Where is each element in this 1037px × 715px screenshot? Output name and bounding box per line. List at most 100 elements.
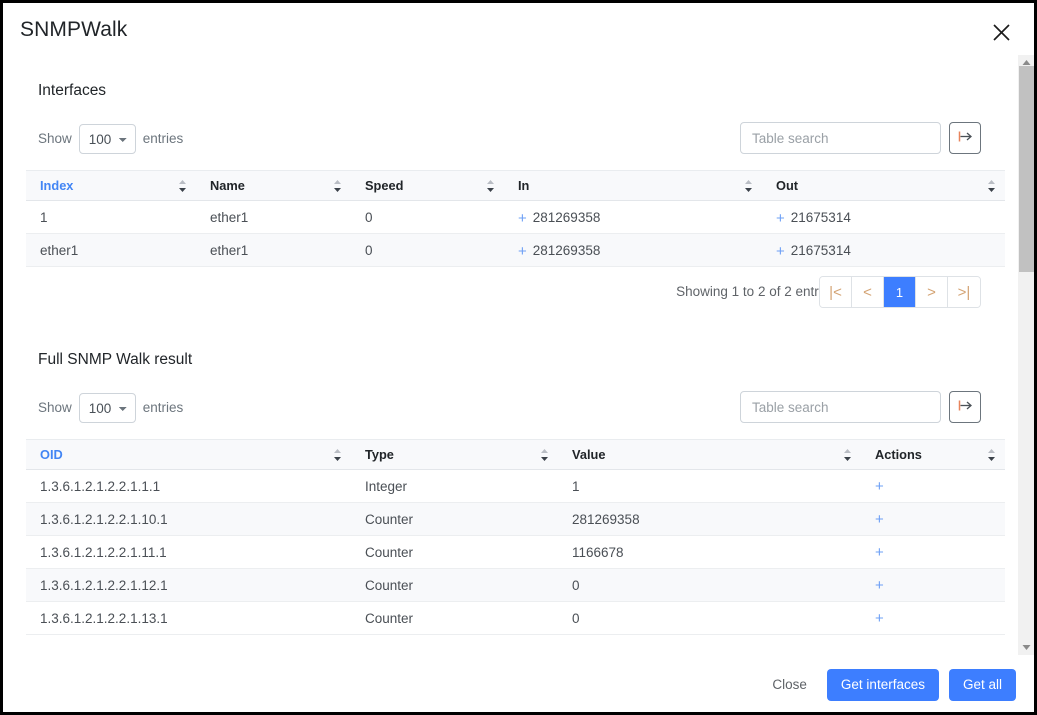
cell-oid: 1.3.6.1.2.1.2.2.1.13.1 [26, 601, 351, 635]
arrow-to-right-icon [957, 129, 974, 147]
column-label: OID [40, 447, 63, 462]
full-walk-table-head: OID Type Value Actions [26, 439, 1005, 470]
column-header-actions[interactable]: Actions [861, 439, 1005, 470]
pagination-next-button[interactable]: > [916, 277, 948, 307]
interfaces-search-input[interactable] [740, 122, 941, 154]
full-walk-page-length-select[interactable]: 100 [78, 393, 136, 423]
close-button[interactable]: Close [762, 669, 817, 701]
pagination-last-button[interactable]: >| [948, 277, 980, 307]
plus-icon[interactable]: + [776, 244, 785, 259]
column-header-out[interactable]: Out [762, 170, 1005, 201]
table-row: 1.3.6.1.2.1.2.2.1.13.1 Counter 0 + [26, 601, 1005, 635]
interfaces-title: Interfaces [38, 82, 107, 99]
plus-icon[interactable]: + [875, 577, 884, 594]
cell-in: +281269358 [504, 200, 762, 234]
sort-icon [333, 448, 342, 462]
table-row: 1.3.6.1.2.1.2.2.1.10.1 Counter 281269358… [26, 502, 1005, 536]
entries-label: entries [142, 131, 184, 146]
interfaces-pagination: |< < 1 > >| [819, 276, 981, 308]
cell-type: Counter [351, 502, 558, 536]
cell-value: 1166678 [558, 535, 861, 569]
full-walk-table: OID Type Value Actions 1.3.6.1.2.1.2.2.1… [26, 439, 1005, 635]
column-header-value[interactable]: Value [558, 439, 861, 470]
column-header-name[interactable]: Name [196, 170, 351, 201]
get-all-button[interactable]: Get all [948, 668, 1016, 701]
plus-icon[interactable]: + [518, 211, 527, 226]
get-interfaces-button[interactable]: Get interfaces [826, 668, 939, 701]
full-walk-search-input[interactable] [740, 391, 941, 423]
cell-out-value: 21675314 [790, 242, 851, 258]
cell-type: Counter [351, 601, 558, 635]
plus-icon[interactable]: + [518, 244, 527, 259]
interfaces-table-controls: Show 100 entries [24, 116, 996, 170]
arrow-to-right-icon [957, 398, 974, 416]
plus-icon[interactable]: + [875, 511, 884, 528]
table-row: 1.3.6.1.2.1.2.2.1.11.1 Counter 1166678 + [26, 535, 1005, 569]
dialog-scrollbar[interactable] [1017, 55, 1034, 655]
table-row: 1.3.6.1.2.1.2.2.1.12.1 Counter 0 + [26, 568, 1005, 602]
column-header-in[interactable]: In [504, 170, 762, 201]
cell-out: +21675314 [762, 233, 1005, 267]
cell-speed: 0 [351, 233, 504, 267]
cell-out-value: 21675314 [790, 209, 851, 225]
interfaces-entries-info: Showing 1 to 2 of 2 entries [676, 284, 836, 299]
scrollbar-thumb[interactable] [1019, 66, 1034, 272]
full-walk-search-group [740, 391, 981, 423]
column-header-index[interactable]: Index [26, 170, 196, 201]
cell-name: ether1 [196, 200, 351, 234]
interfaces-length-control: Show 100 entries [38, 124, 183, 154]
plus-icon[interactable]: + [875, 478, 884, 495]
interfaces-section: Interfaces Show 100 entries Table search… [3, 56, 1017, 325]
full-walk-table-controls: Show 100 entries [24, 385, 996, 439]
pagination-first-button[interactable]: |< [820, 277, 852, 307]
cell-in-value: 281269358 [532, 242, 601, 258]
pagination-page-1-button[interactable]: 1 [884, 277, 916, 307]
interfaces-table-head: Index Name Speed In Out [26, 170, 1005, 201]
plus-icon[interactable]: + [875, 544, 884, 561]
sort-icon [987, 448, 996, 462]
show-label: Show [38, 400, 72, 415]
cell-speed: 0 [351, 200, 504, 234]
interfaces-header-row: Index Name Speed In Out [26, 170, 1005, 201]
full-walk-section: Full SNMP Walk result Show 100 entries T… [3, 325, 1017, 635]
dialog-header: SNMPWalk [3, 3, 1034, 56]
full-walk-length-control: Show 100 entries [38, 393, 183, 423]
interfaces-page-length-select[interactable]: 100 [78, 124, 136, 154]
cell-oid: 1.3.6.1.2.1.2.2.1.11.1 [26, 535, 351, 569]
cell-type: Integer [351, 469, 558, 503]
dialog-footer: Close Get interfaces Get all [3, 656, 1034, 712]
interfaces-search-group [740, 122, 981, 154]
cell-actions: + [861, 469, 1005, 503]
plus-icon[interactable]: + [776, 211, 785, 226]
column-header-oid[interactable]: OID [26, 439, 351, 470]
cell-index: 1 [26, 200, 196, 234]
dialog-body: Interfaces Show 100 entries Table search… [3, 56, 1034, 655]
cell-actions: + [861, 601, 1005, 635]
close-icon[interactable] [986, 17, 1016, 47]
snmpwalk-dialog: SNMPWalk Interfaces Show 100 entries Tab… [3, 3, 1034, 712]
column-header-type[interactable]: Type [351, 439, 558, 470]
cell-value: 1 [558, 469, 861, 503]
sort-icon [987, 179, 996, 193]
cell-oid: 1.3.6.1.2.1.2.2.1.12.1 [26, 568, 351, 602]
scroll-down-arrow-icon[interactable] [1018, 640, 1034, 655]
column-label: Speed [365, 178, 404, 193]
full-walk-search-submit-button[interactable] [949, 391, 981, 423]
cell-in: +281269358 [504, 233, 762, 267]
full-walk-table-body: 1.3.6.1.2.1.2.2.1.1.1 Integer 1 + 1.3.6.… [26, 469, 1005, 635]
cell-oid: 1.3.6.1.2.1.2.2.1.1.1 [26, 469, 351, 503]
column-label: Actions [875, 447, 922, 462]
cell-value: 0 [558, 601, 861, 635]
cell-actions: + [861, 568, 1005, 602]
interfaces-search-submit-button[interactable] [949, 122, 981, 154]
pagination-previous-button[interactable]: < [852, 277, 884, 307]
cell-name: ether1 [196, 233, 351, 267]
column-label: Index [40, 178, 74, 193]
cell-value: 281269358 [558, 502, 861, 536]
plus-icon[interactable]: + [875, 610, 884, 627]
cell-out: +21675314 [762, 200, 1005, 234]
cell-in-value: 281269358 [532, 209, 601, 225]
sort-icon [486, 179, 495, 193]
sort-icon [178, 179, 187, 193]
column-header-speed[interactable]: Speed [351, 170, 504, 201]
